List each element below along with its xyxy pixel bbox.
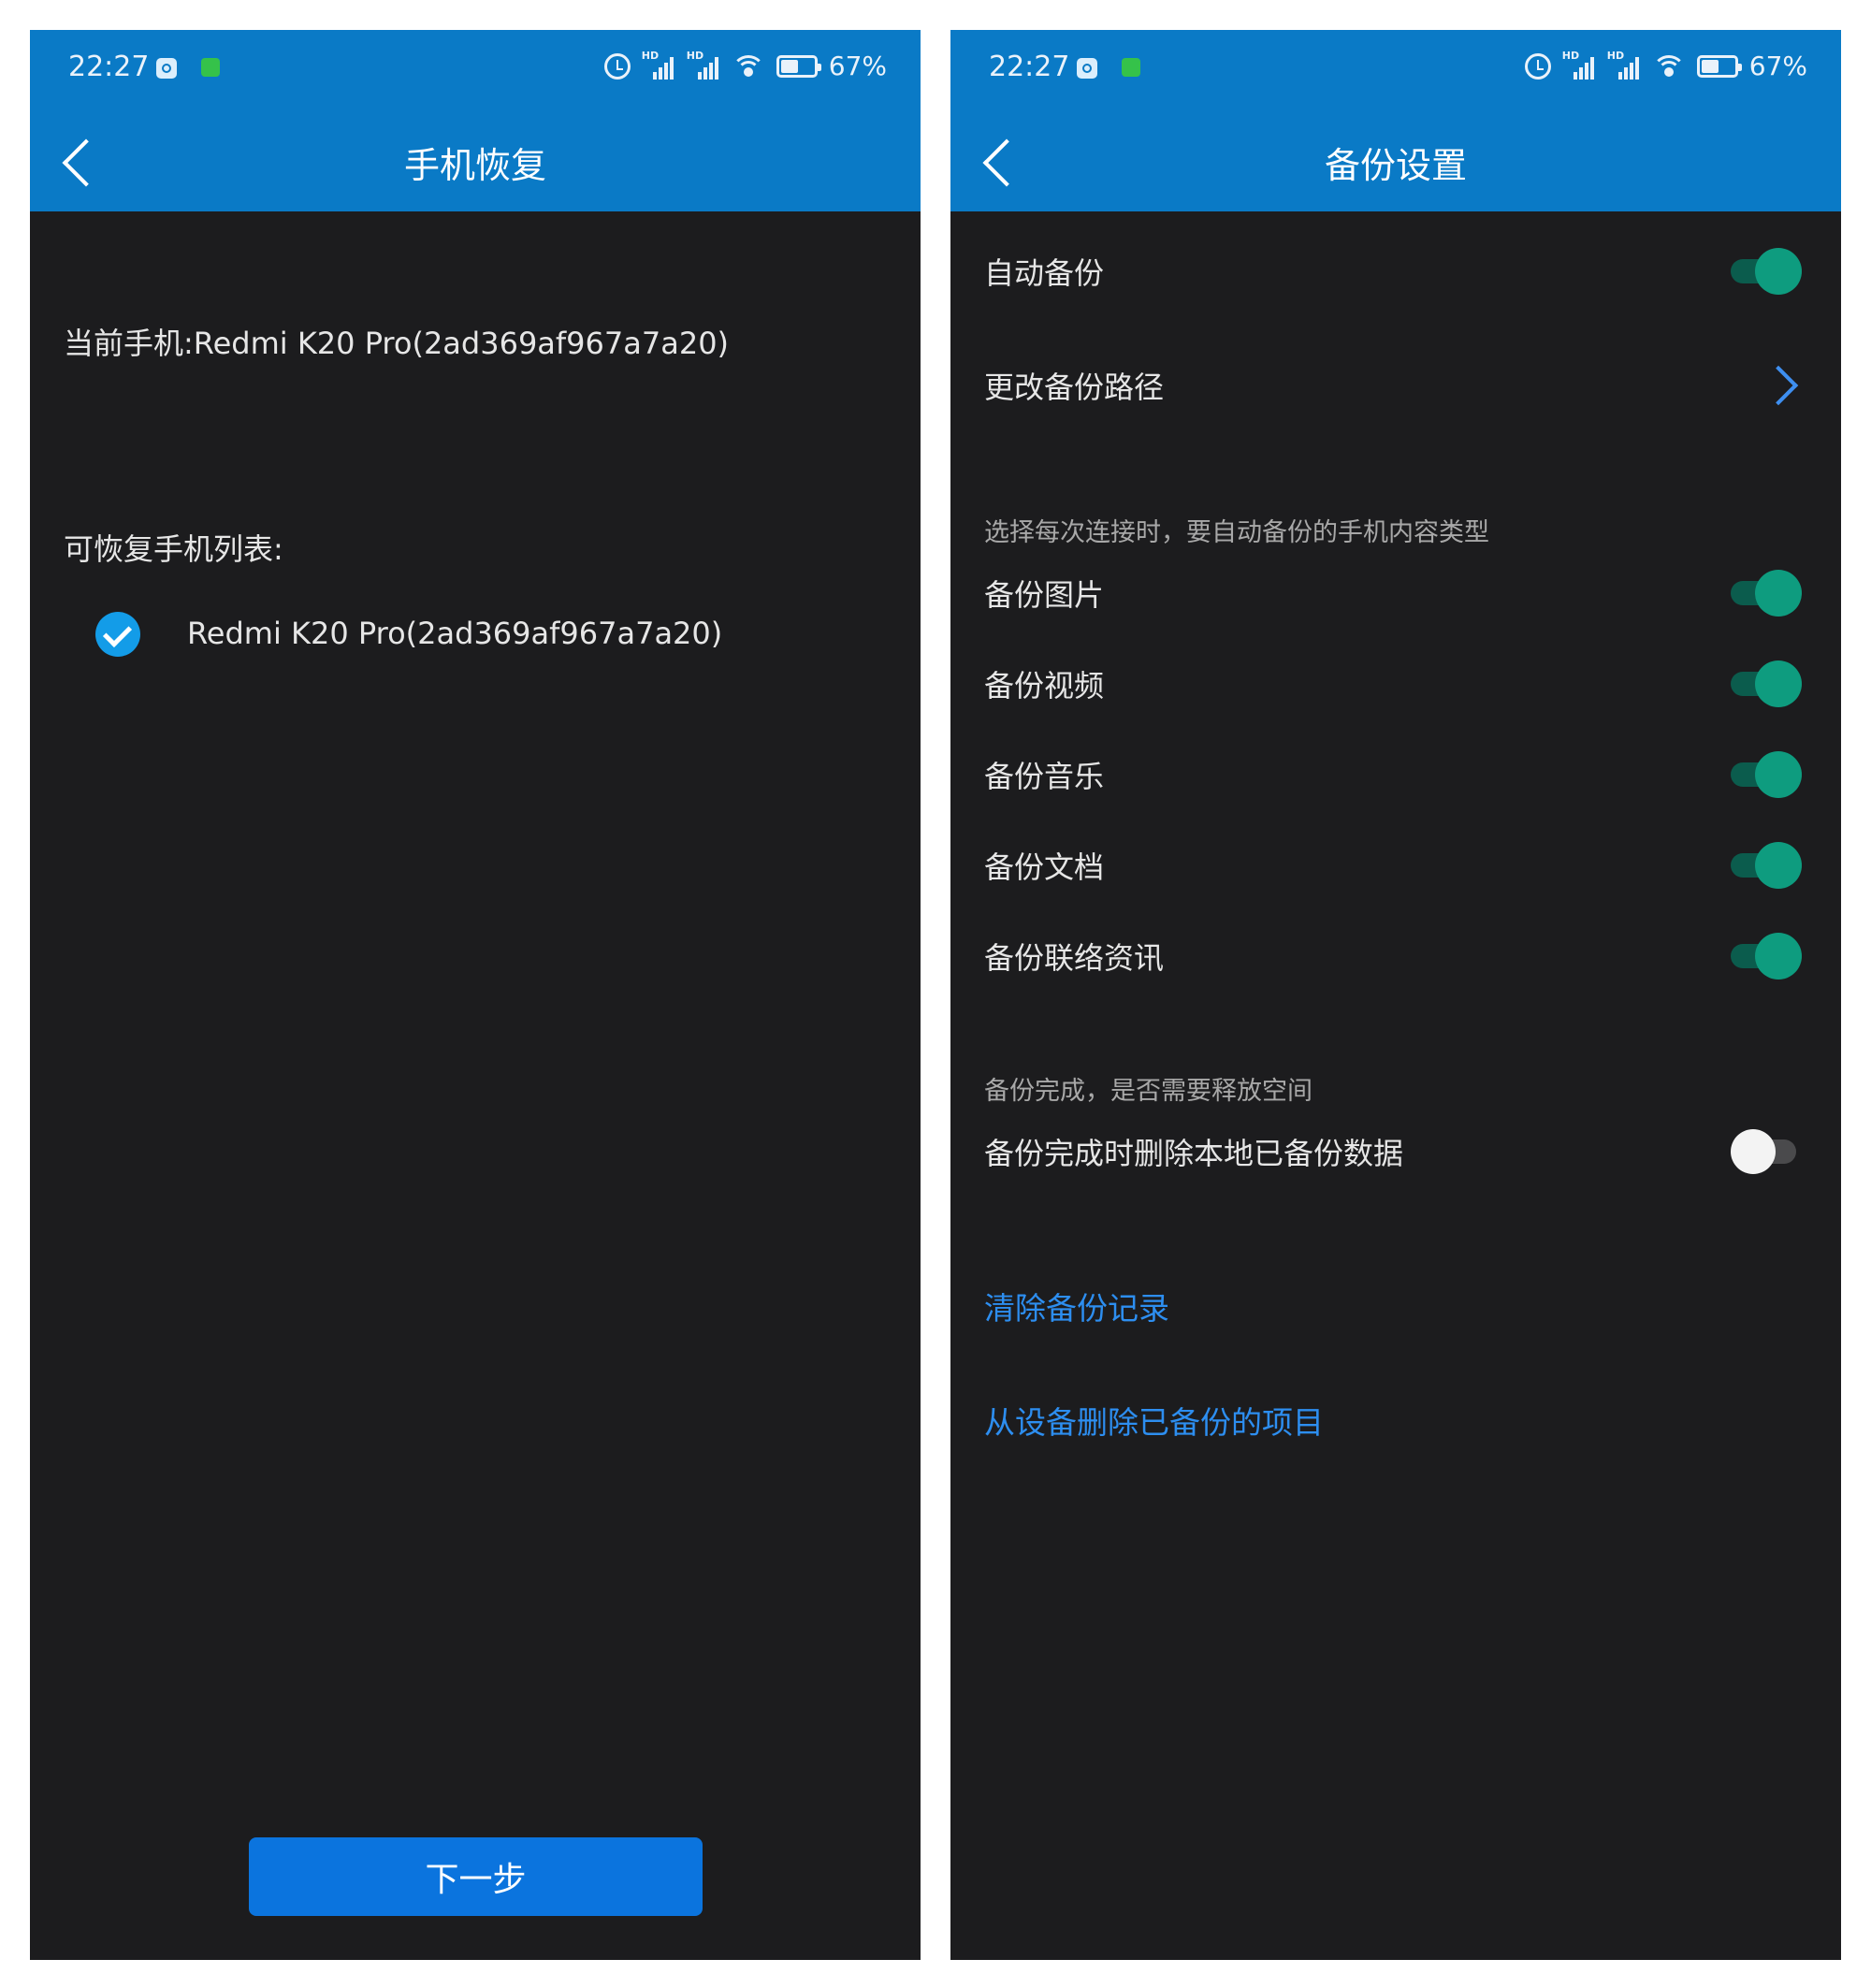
status-time: 22:27 [68, 51, 150, 83]
backup-photos-toggle[interactable] [1731, 569, 1802, 617]
backup-documents-row[interactable]: 备份文档 [950, 828, 1841, 903]
notification-app-icon [1077, 58, 1097, 79]
status-icons: HD HD 67% [1524, 49, 1807, 81]
wifi-icon [731, 53, 765, 80]
toggle-label: 备份文档 [984, 849, 1105, 885]
backup-contacts-toggle[interactable] [1731, 932, 1802, 980]
page-title: 手机恢复 [403, 145, 546, 186]
backup-settings-screen: 22:27 HD HD 67% 备份设置 自动备份 更改备份路径 选择每次连接时… [950, 30, 1841, 1960]
toggle-label: 备份音乐 [984, 759, 1105, 794]
alarm-icon [1524, 52, 1551, 80]
toggle-label: 备份完成时删除本地已备份数据 [984, 1136, 1404, 1171]
restorable-list-heading: 可恢复手机列表: [64, 531, 283, 567]
wifi-icon [1651, 53, 1686, 80]
checkmark-icon[interactable] [95, 612, 140, 657]
backup-music-toggle[interactable] [1731, 750, 1802, 799]
clear-backup-history-link[interactable]: 清除备份记录 [984, 1284, 1169, 1328]
next-button[interactable]: 下一步 [249, 1837, 703, 1916]
alarm-icon [603, 52, 631, 80]
notification-wechat-icon [1122, 58, 1140, 77]
backup-videos-row[interactable]: 备份视频 [950, 646, 1841, 721]
device-name: Redmi K20 Pro(2ad369af967a7a20) [187, 616, 723, 651]
chevron-right-icon [1758, 365, 1799, 406]
backup-photos-row[interactable]: 备份图片 [950, 556, 1841, 631]
backup-music-row[interactable]: 备份音乐 [950, 737, 1841, 812]
signal-icon: HD [641, 49, 675, 80]
toggle-label: 备份联络资讯 [984, 940, 1165, 976]
signal-icon: HD [1606, 49, 1641, 80]
battery-percent: 67% [828, 51, 887, 81]
backup-documents-toggle[interactable] [1731, 841, 1802, 890]
app-bar: 备份设置 [950, 109, 1841, 211]
notification-app-icon [156, 58, 177, 79]
free-space-section-header: 备份完成，是否需要释放空间 [984, 1077, 1313, 1106]
content-type-section-header: 选择每次连接时，要自动备份的手机内容类型 [984, 518, 1489, 547]
status-bar: 22:27 HD HD 67% [950, 30, 1841, 109]
battery-icon [1696, 54, 1742, 78]
toggle-label: 备份视频 [984, 668, 1105, 704]
status-time: 22:27 [989, 51, 1070, 83]
app-bar: 手机恢复 [30, 109, 921, 211]
hd-label: HD [1606, 49, 1625, 62]
delete-backed-up-items-link[interactable]: 从设备删除已备份的项目 [984, 1398, 1324, 1443]
hd-label: HD [1561, 49, 1580, 62]
change-backup-path-row[interactable]: 更改备份路径 [950, 348, 1841, 423]
status-icons: HD HD 67% [603, 49, 887, 81]
battery-icon [776, 54, 821, 78]
change-path-label: 更改备份路径 [984, 370, 1165, 405]
toggle-label: 备份图片 [984, 577, 1105, 613]
auto-backup-toggle[interactable] [1731, 247, 1802, 296]
hd-label: HD [686, 49, 704, 62]
current-phone-label: 当前手机:Redmi K20 Pro(2ad369af967a7a20) [64, 326, 730, 361]
auto-backup-label: 自动备份 [984, 255, 1105, 291]
status-bar: 22:27 HD HD 67% [30, 30, 921, 109]
delete-after-backup-row[interactable]: 备份完成时删除本地已备份数据 [950, 1114, 1841, 1189]
battery-percent: 67% [1748, 51, 1807, 81]
auto-backup-row[interactable]: 自动备份 [950, 234, 1841, 309]
backup-videos-toggle[interactable] [1731, 660, 1802, 708]
phone-restore-screen: 22:27 HD HD 67% 手机恢复 当前手机:Redmi K20 Pro(… [30, 30, 921, 1960]
backup-contacts-row[interactable]: 备份联络资讯 [950, 919, 1841, 994]
signal-icon: HD [686, 49, 720, 80]
notification-wechat-icon [201, 58, 220, 77]
hd-label: HD [641, 49, 660, 62]
signal-icon: HD [1561, 49, 1596, 80]
delete-after-backup-toggle[interactable] [1731, 1127, 1802, 1176]
page-title: 备份设置 [1324, 145, 1467, 186]
